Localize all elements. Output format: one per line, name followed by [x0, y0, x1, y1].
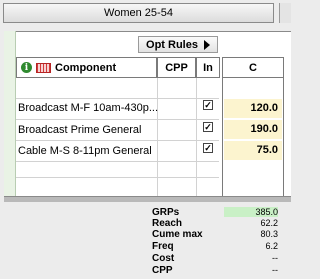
c-value-row-1[interactable]: 120.0 [224, 99, 282, 118]
c-value-row-3[interactable]: 75.0 [224, 141, 282, 160]
cpp-column-divider [157, 78, 158, 196]
summary-value-cost: -- [272, 253, 278, 263]
play-triangle-icon [203, 39, 210, 50]
component-column-header[interactable]: i Component [16, 57, 157, 78]
in-column-divider [196, 78, 197, 196]
component-name-row-3[interactable]: Cable M-S 8-11pm General [18, 144, 152, 158]
summary-value-freq: 6.2 [265, 241, 278, 251]
film-strip-icon[interactable] [36, 62, 51, 73]
summary-label-cume-max: Cume max [152, 229, 203, 240]
cpp-header-label: CPP [165, 61, 188, 74]
c-header-label: C [249, 61, 257, 74]
summary-value-cume-max: 80.3 [260, 229, 278, 239]
row-divider [16, 161, 219, 162]
include-checkbox-row-2[interactable]: ✓ [203, 122, 213, 132]
cpp-column-header[interactable]: CPP [157, 57, 196, 78]
demographic-label: Women 25-54 [104, 7, 173, 19]
summary-label-cost: Cost [152, 253, 175, 264]
side-panel-edge [279, 3, 291, 23]
summary-label-freq: Freq [152, 241, 174, 252]
component-header-label: Component [55, 61, 117, 74]
demographic-selector-button[interactable]: Women 25-54 [3, 3, 274, 23]
summary-value-cpp: -- [272, 265, 278, 275]
row-divider [16, 140, 219, 141]
include-checkbox-row-1[interactable]: ✓ [203, 100, 213, 110]
summary-label-reach: Reach [152, 218, 183, 229]
row-indicator-strip [4, 31, 16, 199]
opt-rules-label: Opt Rules [146, 38, 198, 51]
summary-value-reach: 62.2 [260, 218, 278, 228]
summary-label-grps: GRPs [152, 207, 180, 218]
component-name-row-1[interactable]: Broadcast M-F 10am-430p... [18, 101, 158, 115]
c-value-row-2[interactable]: 190.0 [224, 120, 282, 139]
row-divider [16, 177, 219, 178]
c-column-header[interactable]: C [222, 57, 284, 78]
summary-label-cpp: CPP [152, 265, 173, 276]
in-header-label: In [203, 61, 213, 74]
row-divider [16, 119, 219, 120]
row-divider [16, 98, 219, 99]
info-icon[interactable]: i [21, 62, 32, 73]
include-checkbox-row-3[interactable]: ✓ [203, 143, 213, 153]
summary-value-grps: 385.0 [224, 207, 278, 217]
component-name-row-2[interactable]: Broadcast Prime General [18, 123, 142, 137]
opt-rules-button[interactable]: Opt Rules [138, 36, 218, 53]
in-column-header[interactable]: In [196, 57, 220, 78]
